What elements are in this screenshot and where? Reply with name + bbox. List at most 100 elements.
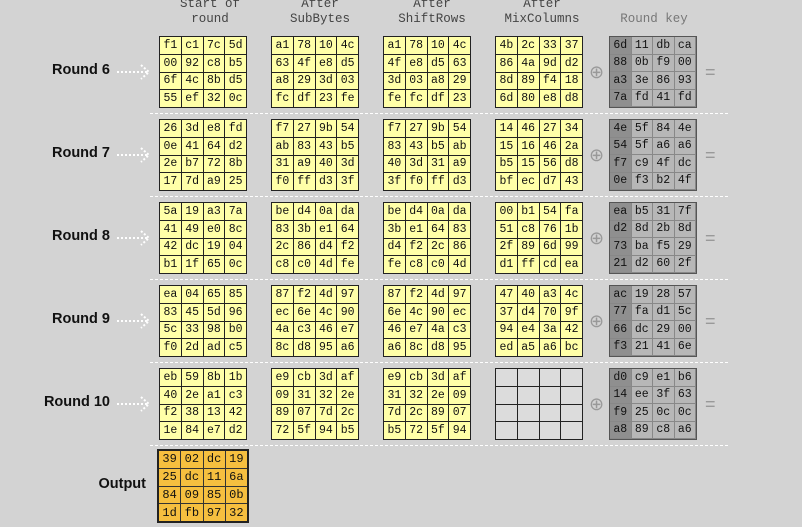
state-byte: 8b [203, 72, 225, 90]
state-byte: e1 [315, 220, 337, 238]
state-byte: d8 [427, 339, 449, 356]
state-byte: dc [181, 238, 203, 256]
state-byte: 4a [517, 54, 539, 72]
state-byte: 0c [225, 256, 246, 273]
state-byte [517, 369, 539, 386]
state-byte: b5 [384, 422, 405, 439]
state-byte: 1e [160, 422, 181, 439]
state-byte: bc [561, 339, 582, 356]
state-byte: 3d [315, 72, 337, 90]
state-byte: 1b [225, 369, 246, 386]
state-byte: c0 [293, 256, 315, 273]
state-byte: 64 [203, 137, 225, 155]
state-byte: b5 [337, 137, 358, 155]
state-byte: 73 [610, 238, 632, 256]
equals-symbol: = [705, 394, 716, 414]
state-byte: 46 [315, 321, 337, 339]
state-byte: 78 [405, 37, 427, 54]
state-byte: b7 [181, 155, 203, 173]
state-byte [496, 404, 517, 422]
state-byte: e7 [337, 321, 358, 339]
state-byte: 4f [653, 155, 675, 173]
round-label: Round 6 [52, 62, 110, 78]
state-byte: a1 [272, 37, 293, 54]
state-byte: a3 [203, 203, 225, 220]
dotted-arrow-icon [117, 396, 151, 412]
state-byte: c8 [405, 256, 427, 273]
state-byte: 88 [610, 54, 632, 72]
state-byte: 86 [449, 238, 470, 256]
state-byte: c3 [293, 321, 315, 339]
state-byte: f3 [631, 172, 653, 190]
state-byte: c8 [272, 256, 293, 273]
state-byte: 4a [427, 321, 449, 339]
state-byte [539, 369, 561, 386]
state-byte: 5c [160, 321, 181, 339]
state-byte: c3 [225, 386, 246, 404]
state-byte: 33 [181, 321, 203, 339]
state-byte: 5f [631, 120, 653, 138]
state-byte: 9d [539, 54, 561, 72]
state-byte: e7 [203, 422, 225, 439]
state-byte: ab [272, 137, 293, 155]
round-separator [150, 113, 728, 114]
state-byte: a6 [337, 339, 358, 356]
state-byte: c0 [427, 256, 449, 273]
state-byte: 19 [631, 286, 653, 304]
state-byte: 4e [610, 120, 632, 138]
state-byte: b5 [337, 422, 358, 439]
state-byte: da [337, 203, 358, 220]
state-byte: 55 [160, 90, 181, 107]
state-byte: 5f [427, 422, 449, 439]
state-byte: 3d [384, 72, 405, 90]
xor-symbol: ⊕ [589, 145, 605, 165]
state-byte: 89 [631, 421, 653, 439]
state-byte: f0 [405, 173, 427, 190]
state-byte: 2a [561, 137, 582, 155]
state-byte: c3 [449, 321, 470, 339]
state-byte: 40 [517, 286, 539, 303]
state-byte: 87 [272, 286, 293, 303]
state-byte: 42 [561, 321, 582, 339]
state-byte: ed [496, 339, 517, 356]
state-byte: 99 [561, 238, 582, 256]
state-byte: 2f [496, 238, 517, 256]
state-byte: d2 [225, 137, 246, 155]
state-byte: 15 [517, 155, 539, 173]
state-byte: 89 [272, 404, 293, 422]
state-byte: 72 [405, 422, 427, 439]
state-byte: cd [539, 256, 561, 273]
state-byte: 4f [293, 54, 315, 72]
state-byte: 9b [427, 120, 449, 137]
state-byte [517, 404, 539, 422]
state-byte: 4d [315, 286, 337, 303]
state-byte: d3 [315, 173, 337, 190]
state-byte: 78 [293, 37, 315, 54]
state-byte: a9 [449, 155, 470, 173]
state-byte: 09 [449, 386, 470, 404]
equals-symbol: = [705, 311, 716, 331]
state-byte: 00 [674, 54, 696, 72]
state-byte: 03 [405, 72, 427, 90]
state-byte: 96 [225, 303, 246, 321]
state-byte: 7d [384, 404, 405, 422]
state-byte: 83 [160, 303, 181, 321]
state-byte: 60 [653, 255, 675, 273]
state-byte: ad [203, 339, 225, 356]
state-byte: 7a [225, 203, 246, 220]
state-byte: ee [631, 386, 653, 404]
state-byte: ff [427, 173, 449, 190]
output-byte: dc [203, 451, 225, 468]
state-byte: a3 [610, 72, 632, 90]
state-byte: ca [674, 37, 696, 55]
state-byte: 97 [337, 286, 358, 303]
state-byte: 7f [674, 203, 696, 221]
state-byte: 2c [272, 238, 293, 256]
state-byte: ec [449, 303, 470, 321]
state-byte: af [449, 369, 470, 386]
state-byte: 0c [674, 404, 696, 422]
state-byte: f2 [160, 404, 181, 422]
state-byte: fa [631, 303, 653, 321]
state-byte: b1 [517, 203, 539, 220]
state-byte: d4 [293, 203, 315, 220]
